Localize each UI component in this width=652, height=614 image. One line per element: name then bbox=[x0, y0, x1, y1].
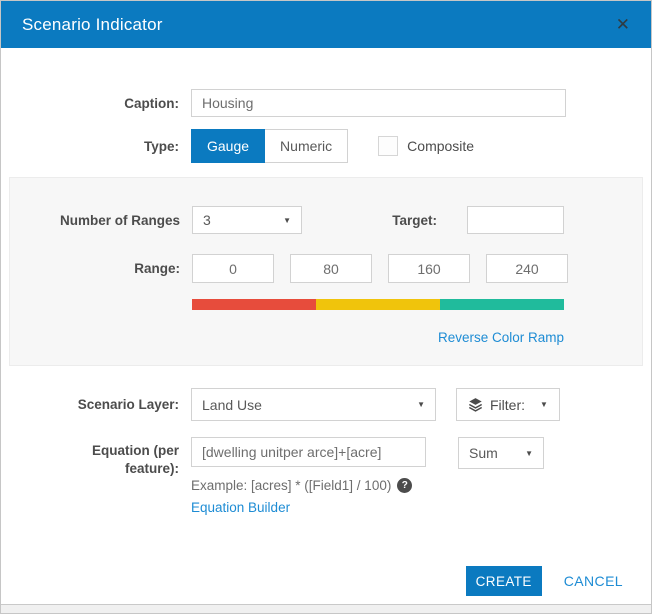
equation-label-line2: feature): bbox=[21, 460, 179, 478]
number-of-ranges-row: Number of Ranges 3 ▼ Target: bbox=[22, 206, 564, 234]
number-of-ranges-dropdown[interactable]: 3 ▼ bbox=[192, 206, 302, 234]
page-background: Scenario Indicator ✕ Caption: Type: Gaug… bbox=[0, 0, 652, 614]
range-input-0[interactable] bbox=[192, 254, 274, 283]
equation-label-line1: Equation (per bbox=[21, 442, 179, 460]
reverse-color-ramp-row: Reverse Color Ramp bbox=[22, 329, 564, 347]
ranges-panel: Number of Ranges 3 ▼ Target: Range: bbox=[9, 177, 643, 366]
type-label: Type: bbox=[21, 139, 179, 154]
scenario-layer-value: Land Use bbox=[202, 397, 262, 413]
number-of-ranges-label: Number of Ranges bbox=[22, 213, 180, 228]
filter-label: Filter: bbox=[490, 397, 525, 413]
reverse-color-ramp-link[interactable]: Reverse Color Ramp bbox=[438, 330, 564, 345]
range-row: Range: bbox=[22, 254, 564, 283]
close-icon[interactable]: ✕ bbox=[616, 16, 630, 33]
color-ramp-segment-red bbox=[192, 299, 316, 310]
equation-example-text: Example: [acres] * ([Field1] / 100) bbox=[191, 478, 391, 493]
target-label: Target: bbox=[392, 213, 437, 228]
color-ramp-segment-yellow bbox=[316, 299, 440, 310]
type-row: Type: GaugeNumeric Composite bbox=[21, 129, 651, 163]
cancel-button[interactable]: CANCEL bbox=[564, 573, 623, 589]
dialog-footer: CREATE CANCEL bbox=[1, 566, 651, 596]
chevron-down-icon: ▼ bbox=[540, 400, 548, 409]
dialog-title: Scenario Indicator bbox=[22, 15, 163, 35]
equation-builder-link[interactable]: Equation Builder bbox=[191, 500, 290, 515]
type-gauge-button[interactable]: Gauge bbox=[191, 129, 265, 163]
chevron-down-icon: ▼ bbox=[283, 216, 291, 225]
equation-fields: Sum ▼ Example: [acres] * ([Field1] / 100… bbox=[191, 437, 544, 517]
composite-label: Composite bbox=[407, 138, 474, 154]
aggregation-dropdown[interactable]: Sum ▼ bbox=[458, 437, 544, 469]
composite-checkbox[interactable] bbox=[378, 136, 398, 156]
range-input-1[interactable] bbox=[290, 254, 372, 283]
layers-icon bbox=[468, 397, 483, 412]
caption-label: Caption: bbox=[21, 96, 179, 111]
equation-row: Equation (per feature): Sum ▼ Example: [… bbox=[21, 437, 651, 517]
scenario-indicator-dialog: Scenario Indicator ✕ Caption: Type: Gaug… bbox=[1, 1, 651, 605]
help-icon[interactable]: ? bbox=[397, 478, 412, 493]
color-ramp bbox=[192, 299, 564, 310]
range-input-2[interactable] bbox=[388, 254, 470, 283]
equation-input[interactable] bbox=[191, 437, 426, 467]
range-inputs bbox=[192, 254, 568, 283]
aggregation-value: Sum bbox=[469, 445, 498, 461]
chevron-down-icon: ▼ bbox=[417, 400, 425, 409]
number-of-ranges-value: 3 bbox=[203, 212, 211, 228]
scenario-layer-row: Scenario Layer: Land Use ▼ Filter: ▼ bbox=[21, 388, 651, 421]
caption-row: Caption: bbox=[21, 89, 651, 117]
range-input-3[interactable] bbox=[486, 254, 568, 283]
equation-example: Example: [acres] * ([Field1] / 100) ? bbox=[191, 478, 544, 493]
scenario-layer-label: Scenario Layer: bbox=[21, 397, 179, 412]
color-ramp-segment-green bbox=[440, 299, 564, 310]
chevron-down-icon: ▼ bbox=[525, 449, 533, 458]
equation-builder-row: Equation Builder bbox=[191, 499, 544, 517]
type-numeric-button[interactable]: Numeric bbox=[265, 129, 348, 163]
type-toggle: GaugeNumeric bbox=[191, 129, 348, 163]
range-label: Range: bbox=[22, 261, 180, 276]
equation-label: Equation (per feature): bbox=[21, 437, 179, 477]
scenario-layer-dropdown[interactable]: Land Use ▼ bbox=[191, 388, 436, 421]
target-input[interactable] bbox=[467, 206, 564, 234]
filter-button[interactable]: Filter: ▼ bbox=[456, 388, 560, 421]
dialog-header: Scenario Indicator ✕ bbox=[1, 1, 651, 48]
create-button[interactable]: CREATE bbox=[466, 566, 542, 596]
caption-input[interactable] bbox=[191, 89, 566, 117]
